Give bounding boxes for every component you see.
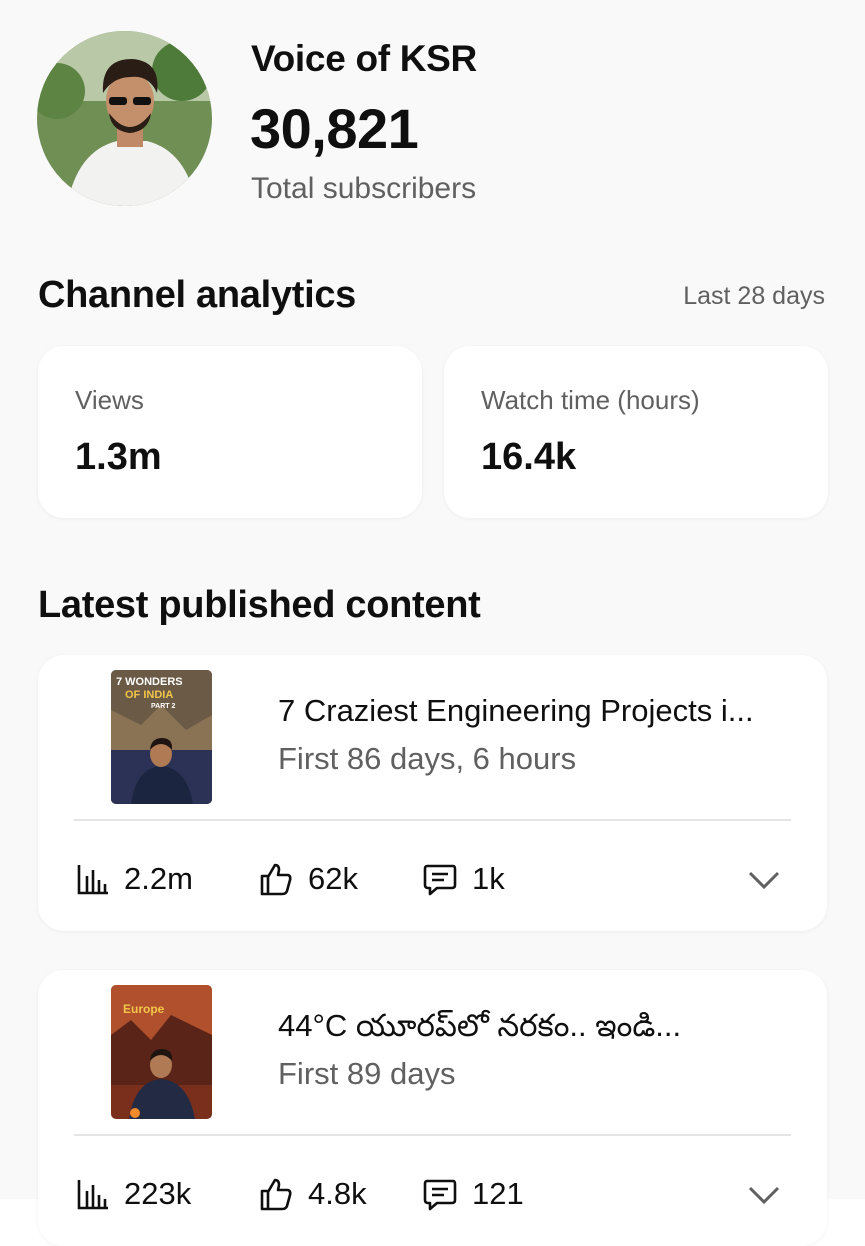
- comments-count: 121: [472, 1176, 524, 1211]
- divider: [74, 1134, 791, 1136]
- subscriber-label: Total subscribers: [251, 172, 477, 205]
- video-title[interactable]: 7 Craziest Engineering Projects i...: [278, 693, 798, 729]
- chevron-down-icon: [748, 1186, 780, 1205]
- views-metric: 223k: [76, 1174, 191, 1214]
- video-title[interactable]: 44°C యూరప్‌లో నరకం.. ఇండి...: [278, 1008, 798, 1051]
- comment-icon: [423, 864, 457, 896]
- analytics-title: Channel analytics: [38, 274, 357, 316]
- content-card[interactable]: 7 WONDERS OF INDIA PART 2 7 Craziest Eng…: [38, 655, 827, 931]
- channel-name: Voice of KSR: [251, 38, 477, 79]
- likes-count: 62k: [308, 861, 358, 896]
- comment-icon: [423, 1179, 457, 1211]
- views-label: Views: [75, 385, 144, 415]
- video-thumbnail[interactable]: Europe: [111, 985, 212, 1119]
- video-age: First 89 days: [278, 1056, 456, 1091]
- likes-count: 4.8k: [308, 1176, 367, 1211]
- thumbnail-text-1: 7 WONDERS: [116, 676, 183, 688]
- thumbnail-text-2: OF INDIA: [125, 689, 173, 701]
- channel-dashboard: Voice of KSR 30,821 Total subscribers Ch…: [0, 0, 865, 1246]
- likes-metric: 62k: [258, 859, 358, 899]
- watch-time-card[interactable]: Watch time (hours) 16.4k: [444, 346, 828, 518]
- views-value: 1.3m: [75, 436, 162, 478]
- comments-metric: 121: [422, 1174, 524, 1214]
- analytics-period: Last 28 days: [683, 282, 825, 310]
- thumbs-up-icon: [260, 863, 292, 896]
- divider: [74, 819, 791, 821]
- comments-count: 1k: [472, 861, 505, 896]
- watch-time-label: Watch time (hours): [481, 385, 700, 415]
- avatar-image: [37, 31, 212, 206]
- thumbs-up-icon: [260, 1178, 292, 1211]
- watch-time-value: 16.4k: [481, 436, 577, 478]
- comments-metric: 1k: [422, 859, 505, 899]
- channel-avatar[interactable]: [37, 31, 212, 206]
- views-count: 2.2m: [124, 861, 193, 896]
- bar-chart-icon: [77, 865, 108, 895]
- likes-metric: 4.8k: [258, 1174, 367, 1214]
- thumbnail-image: 7 WONDERS OF INDIA PART 2: [111, 670, 212, 804]
- views-count: 223k: [124, 1176, 192, 1211]
- thumbnail-image: Europe: [111, 985, 212, 1119]
- thumbnail-text-1: Europe: [123, 1002, 165, 1016]
- views-card[interactable]: Views 1.3m: [38, 346, 422, 518]
- bar-chart-icon: [77, 1180, 108, 1210]
- subscriber-count: 30,821: [250, 97, 419, 160]
- video-thumbnail[interactable]: 7 WONDERS OF INDIA PART 2: [111, 670, 212, 804]
- expand-button[interactable]: [747, 1178, 781, 1217]
- expand-button[interactable]: [747, 863, 781, 902]
- content-card[interactable]: Europe 44°C యూరప్‌లో నరకం.. ఇండి... Firs…: [38, 970, 827, 1246]
- chevron-down-icon: [748, 871, 780, 890]
- views-metric: 2.2m: [76, 859, 193, 899]
- thumbnail-text-3: PART 2: [151, 703, 175, 710]
- video-age: First 86 days, 6 hours: [278, 741, 577, 776]
- latest-content-title: Latest published content: [38, 584, 481, 626]
